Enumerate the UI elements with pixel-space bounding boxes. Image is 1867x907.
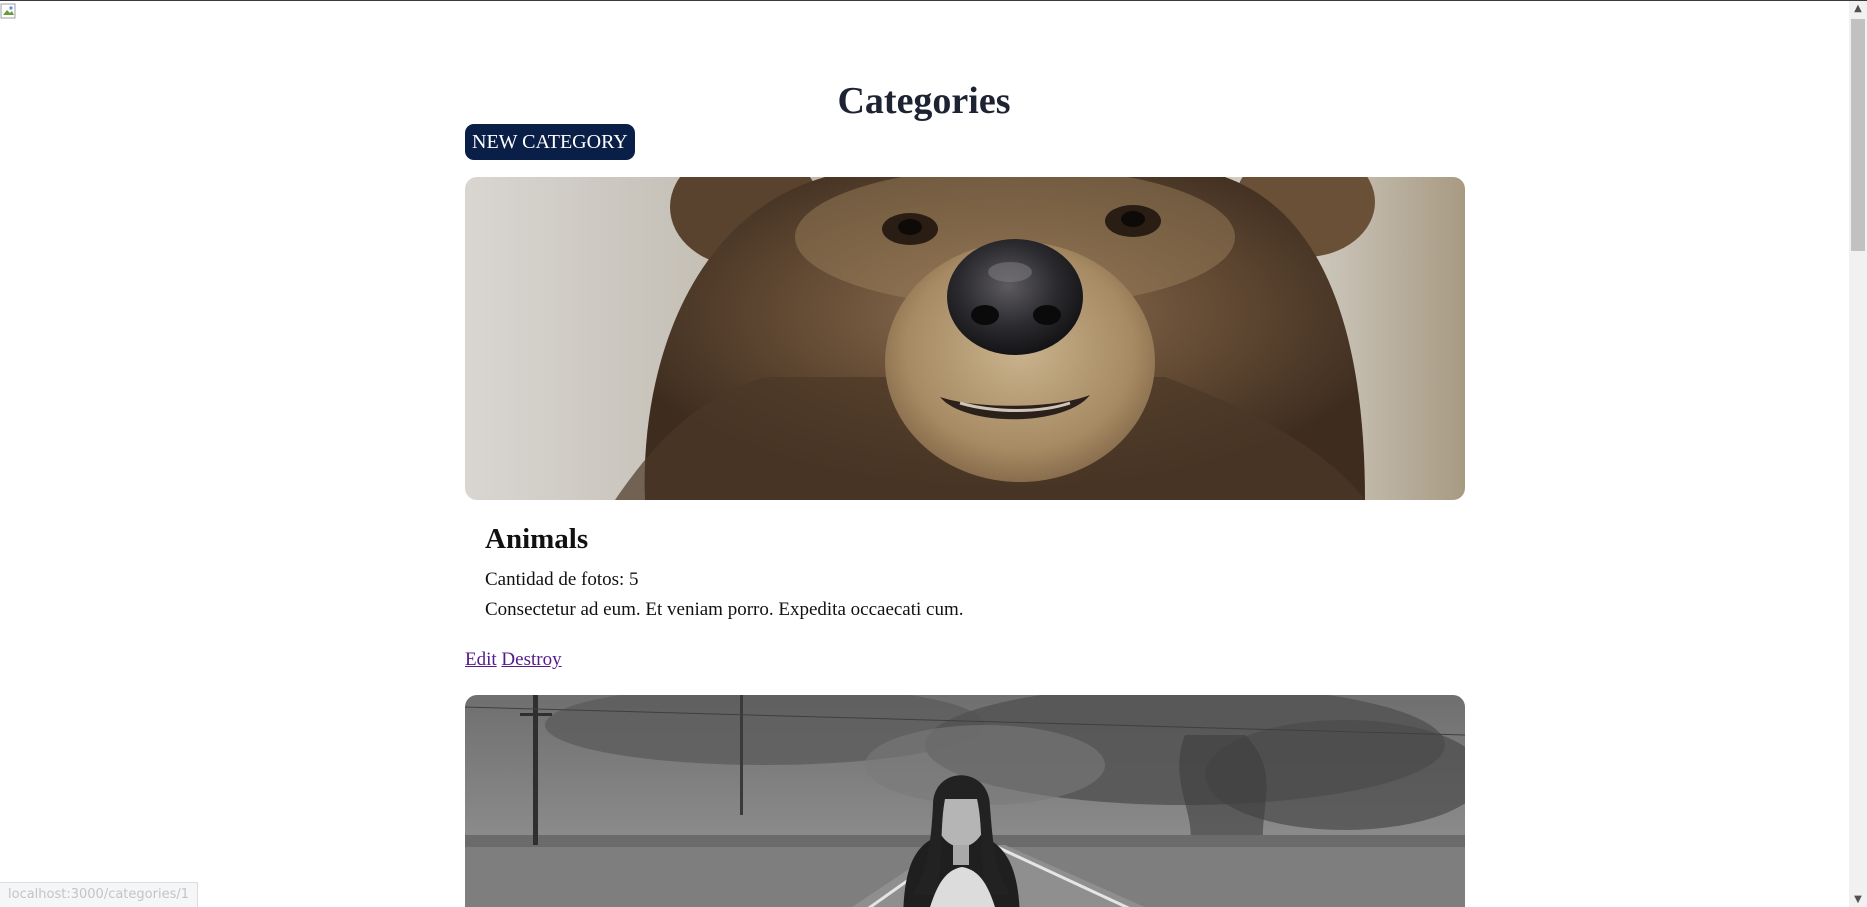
bear-photo (465, 177, 1465, 500)
destroy-link[interactable]: Destroy (501, 649, 561, 670)
browser-viewport: Categories NEW CATEGORY Animals Cantidad… (0, 0, 1867, 907)
scroll-thumb[interactable] (1851, 19, 1865, 251)
vertical-scrollbar[interactable]: ▲ ▼ (1849, 1, 1867, 907)
category-image (465, 695, 1465, 907)
category-description: Consectetur ad eum. Et veniam porro. Exp… (485, 599, 964, 620)
scroll-down-arrow-icon[interactable]: ▼ (1849, 892, 1867, 907)
page-title: Categories (837, 80, 1011, 122)
woman-on-road-photo (465, 695, 1465, 907)
new-category-button[interactable]: NEW CATEGORY (465, 124, 635, 160)
photo-count: Cantidad de fotos: 5 (485, 569, 639, 590)
edit-link[interactable]: Edit (465, 649, 497, 670)
category-actions: Edit Destroy (465, 649, 562, 671)
category-title: Animals (485, 523, 589, 555)
link-status-bar: localhost:3000/categories/1 (0, 882, 198, 907)
broken-image-icon (0, 3, 18, 21)
scroll-up-arrow-icon[interactable]: ▲ (1849, 1, 1867, 17)
category-image (465, 177, 1465, 500)
